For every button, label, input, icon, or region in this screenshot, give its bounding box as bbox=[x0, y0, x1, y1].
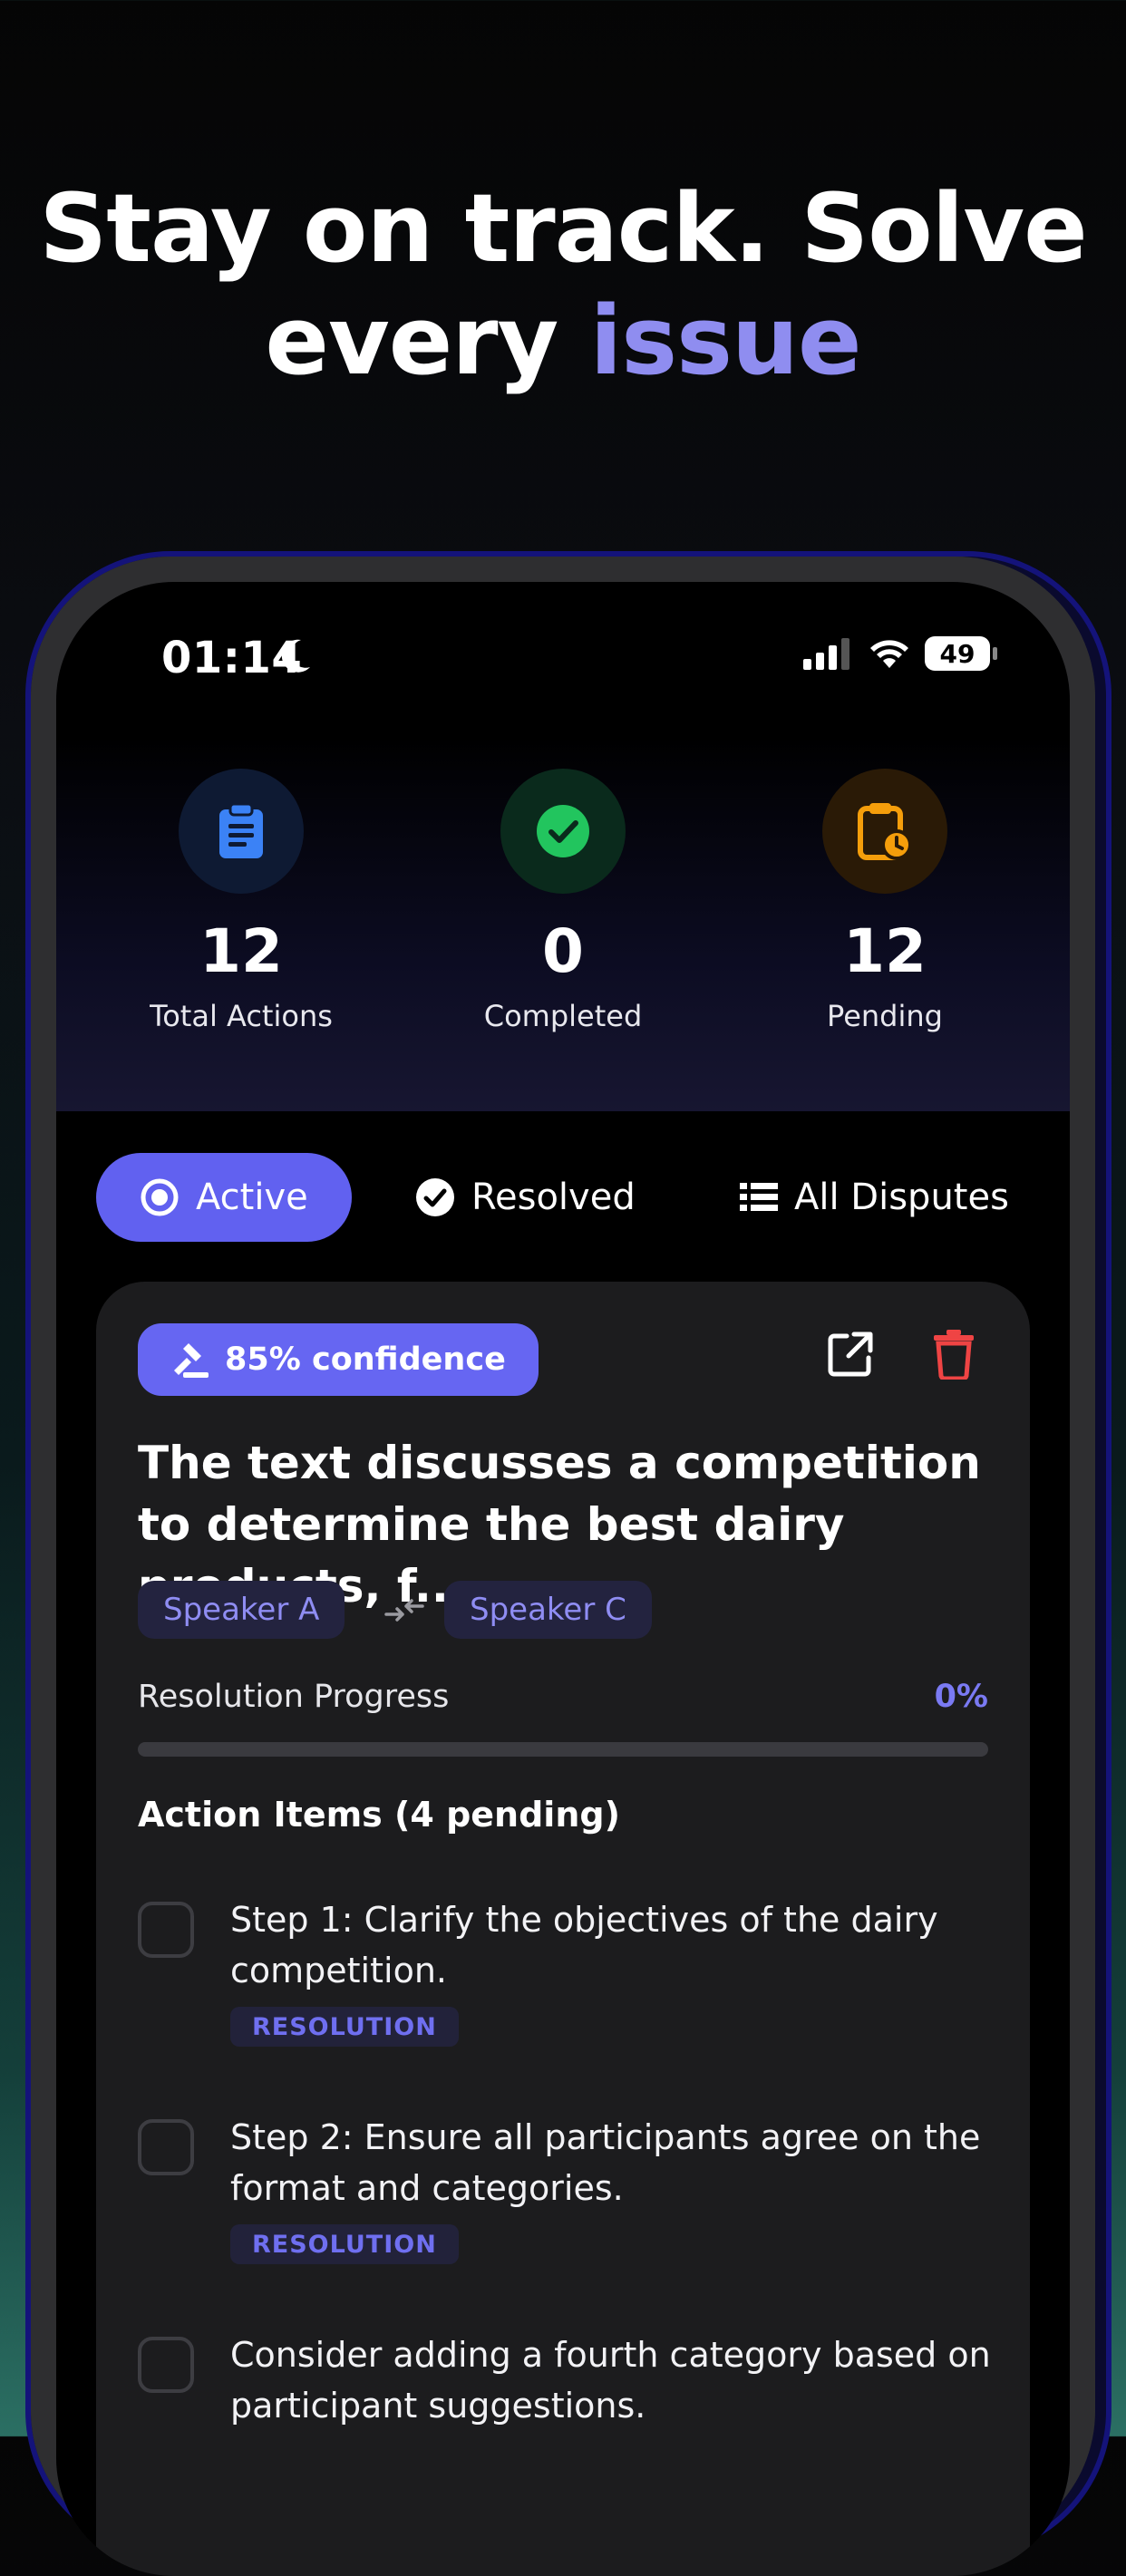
wifi-icon bbox=[870, 640, 908, 668]
action-item: Step 2: Ensure all participants agree on… bbox=[138, 2112, 999, 2266]
stat-value: 12 bbox=[843, 916, 927, 986]
action-item-text: Step 1: Clarify the objectives of the da… bbox=[230, 1900, 938, 1990]
clipboard-clock-icon bbox=[822, 769, 947, 894]
action-item-checkbox[interactable] bbox=[138, 2337, 194, 2393]
tab-label: All Disputes bbox=[794, 1177, 1009, 1218]
stat-label: Pending bbox=[827, 999, 943, 1033]
stat-value: 0 bbox=[542, 916, 584, 986]
moon-icon bbox=[281, 639, 310, 673]
stats-section: 12 Total Actions 0 Completed 12 Pending bbox=[56, 736, 1070, 1111]
swap-arrows-icon bbox=[384, 1599, 424, 1622]
progress-label: Resolution Progress bbox=[138, 1679, 450, 1715]
radio-icon bbox=[141, 1178, 179, 1216]
tab-resolved[interactable]: Resolved bbox=[415, 1153, 636, 1242]
progress-value: 0% bbox=[934, 1679, 988, 1715]
tab-all-disputes[interactable]: All Disputes bbox=[740, 1153, 1009, 1242]
headline-accent-word: issue bbox=[589, 286, 862, 396]
confidence-text: 85% confidence bbox=[225, 1341, 506, 1378]
phone-screen: 01:14 49 12 Total Actions 0 Completed 12… bbox=[56, 582, 1070, 2576]
action-item-text: Step 2: Ensure all participants agree on… bbox=[230, 2117, 981, 2208]
headline-line-2: every issue bbox=[0, 285, 1126, 397]
dispute-card[interactable]: 85% confidence The text discusses a comp… bbox=[96, 1282, 1030, 2576]
tab-active[interactable]: Active bbox=[96, 1153, 352, 1242]
action-item: Consider adding a fourth category based … bbox=[138, 2329, 999, 2484]
stat-value: 12 bbox=[199, 916, 283, 986]
battery-indicator: 49 bbox=[925, 636, 997, 671]
headline-line-1: Stay on track. Solve bbox=[39, 173, 1087, 284]
headline-line-2-prefix: every bbox=[265, 286, 590, 396]
speaker-chip: Speaker A bbox=[138, 1581, 345, 1639]
delete-icon[interactable] bbox=[932, 1329, 976, 1380]
action-item: Step 1: Clarify the objectives of the da… bbox=[138, 1894, 999, 2048]
stat-total-actions: 12 Total Actions bbox=[105, 769, 377, 1033]
confidence-badge: 85% confidence bbox=[138, 1323, 539, 1396]
open-external-icon[interactable] bbox=[825, 1329, 876, 1380]
check-circle-icon bbox=[416, 1178, 454, 1216]
stat-completed: 0 Completed bbox=[427, 769, 699, 1033]
status-right: 49 bbox=[803, 636, 997, 671]
signal-icon bbox=[803, 638, 849, 670]
action-item-tag: RESOLUTION bbox=[230, 2007, 459, 2047]
speaker-chip: Speaker C bbox=[444, 1581, 652, 1639]
gavel-icon bbox=[174, 1343, 209, 1378]
action-item-checkbox[interactable] bbox=[138, 1902, 194, 1958]
stat-label: Completed bbox=[483, 999, 643, 1033]
stat-pending: 12 Pending bbox=[749, 769, 1021, 1033]
filter-tabs: Active Resolved All Disputes bbox=[96, 1153, 1030, 1242]
action-item-checkbox[interactable] bbox=[138, 2119, 194, 2175]
check-circle-icon bbox=[500, 769, 626, 894]
action-items-heading: Action Items (4 pending) bbox=[138, 1795, 620, 1835]
action-item-tag: RESOLUTION bbox=[230, 2224, 459, 2264]
tab-label: Resolved bbox=[471, 1177, 636, 1218]
action-item-text: Consider adding a fourth category based … bbox=[230, 2335, 991, 2426]
tab-label: Active bbox=[196, 1177, 308, 1218]
stat-label: Total Actions bbox=[150, 999, 333, 1033]
progress-bar bbox=[138, 1742, 988, 1757]
clipboard-icon bbox=[179, 769, 304, 894]
headline: Stay on track. Solve every issue bbox=[0, 172, 1126, 397]
list-icon bbox=[740, 1183, 778, 1211]
status-bar: 01:14 49 bbox=[56, 582, 1070, 736]
